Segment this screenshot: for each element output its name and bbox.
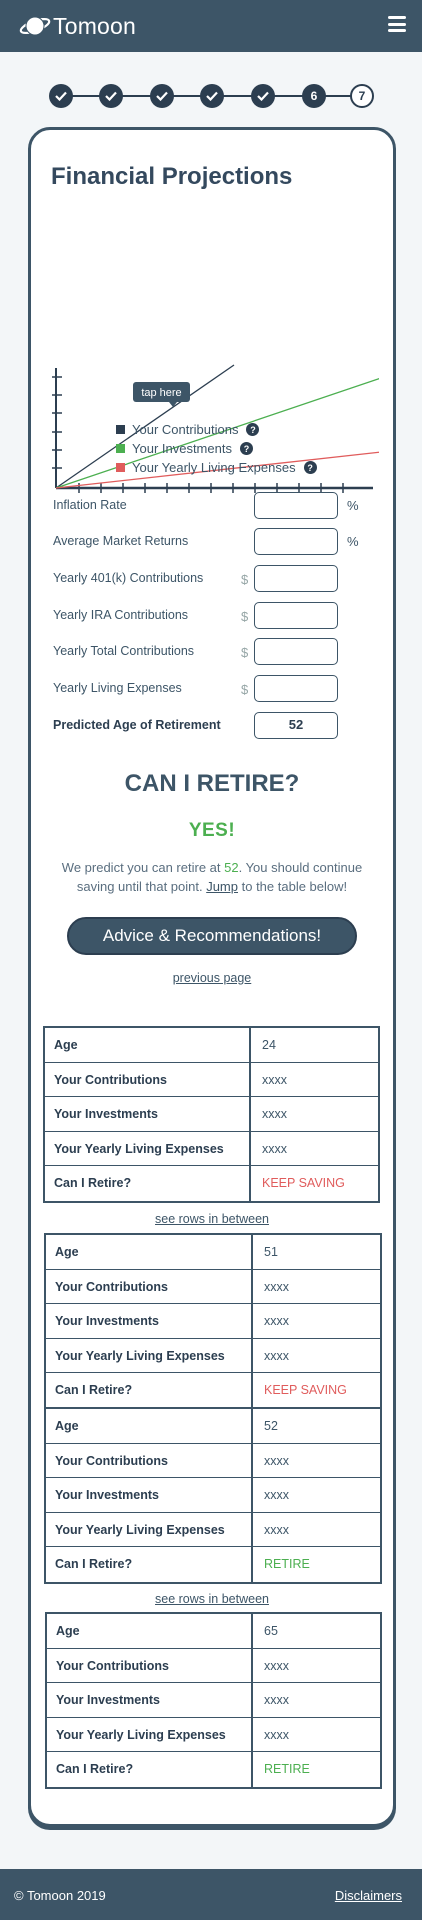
ira-row: Yearly IRA Contributions $ <box>53 602 373 630</box>
chart-legend: Your Contributions ? Your Investments ? … <box>116 420 317 477</box>
top-nav-bar: Tomoon <box>0 0 422 52</box>
table-row: Can I Retire? KEEP SAVING <box>54 1176 345 1191</box>
projection-table-age-52: Age 52 Your Contributions xxxx Your Invest… <box>44 1407 382 1584</box>
table-row: Your Investments xxxx <box>47 1683 380 1718</box>
table-row: Age 51 <box>46 1235 380 1270</box>
401k-input[interactable] <box>254 565 338 592</box>
projection-table-age-24: Age 24 Your Contributions xxxx Your Invest… <box>43 1026 380 1203</box>
disclaimers-link[interactable]: Disclaimers <box>335 1888 402 1903</box>
inflation-input[interactable] <box>254 492 338 519</box>
table-row: Your Contributions xxxx <box>45 1063 378 1098</box>
401k-row: Yearly 401(k) Contributions $ <box>53 565 373 593</box>
retirement-age-input[interactable]: 52 <box>254 712 338 739</box>
hamburger-menu-icon[interactable] <box>388 16 406 32</box>
table-row: Your Contributions xxxx <box>47 1649 380 1684</box>
step-2-complete[interactable] <box>99 84 123 108</box>
step-1-complete[interactable] <box>49 84 73 108</box>
jump-link[interactable]: Jump <box>206 879 238 894</box>
brand-name[interactable]: Tomoon <box>53 14 136 38</box>
table-row: Your Yearly Living Expenses xxxx <box>47 1718 380 1753</box>
table-row: Age 24 <box>45 1028 378 1063</box>
result-sentence: We predict you can retire at 52. You sho… <box>61 860 363 894</box>
market-returns-input[interactable] <box>254 528 338 555</box>
advice-button[interactable]: Advice & Recommendations! <box>67 917 357 955</box>
check-icon <box>156 91 168 101</box>
legend-contributions: Your Contributions ? <box>116 420 317 439</box>
projections-card: Financial Projections tap here Your Cont… <box>28 127 396 1827</box>
table-row: Your Contributions xxxx <box>46 1444 380 1479</box>
check-icon <box>105 91 117 101</box>
retirement-age-row: Predicted Age of Retirement 52 <box>53 712 373 740</box>
step-6[interactable]: 6 <box>302 84 326 108</box>
legend-living-expenses: Your Yearly Living Expenses ? <box>116 458 317 477</box>
inflation-row: Inflation Rate % <box>53 492 373 520</box>
result-answer: YES! <box>188 820 236 841</box>
step-7-current[interactable]: 7 <box>350 84 374 108</box>
step-5-complete[interactable] <box>251 84 275 108</box>
table-row: Can I Retire? RETIRE <box>56 1762 310 1777</box>
table-row: Your Yearly Living Expenses xxxx <box>46 1339 380 1374</box>
tooltip-text: tap here <box>141 387 181 399</box>
legend-investments: Your Investments ? <box>116 439 317 458</box>
total-contributions-input[interactable] <box>254 638 338 665</box>
total-contributions-row: Yearly Total Contributions $ <box>53 638 373 666</box>
projection-table-age-65: Age 65 Your Contributions xxxx Your Invest… <box>45 1612 382 1789</box>
footer: © Tomoon 2019 Disclaimers <box>0 1869 422 1920</box>
step-3-complete[interactable] <box>150 84 174 108</box>
table-row: Your Investments xxxx <box>46 1478 380 1513</box>
table-row: Your Investments xxxx <box>45 1097 378 1132</box>
previous-page-link[interactable]: previous page <box>31 971 393 985</box>
table-row: Your Contributions xxxx <box>46 1270 380 1305</box>
projection-table-age-51: Age 51 Your Contributions xxxx Your Invest… <box>44 1233 382 1410</box>
progress-stepper: 6 7 <box>0 80 422 112</box>
help-icon[interactable]: ? <box>246 423 260 436</box>
table-row: Can I Retire? RETIRE <box>55 1557 310 1572</box>
table-row: Age 52 <box>46 1409 380 1444</box>
see-rows-between-link[interactable]: see rows in between <box>31 1592 393 1606</box>
living-expenses-input[interactable] <box>254 675 338 702</box>
living-expenses-row: Yearly Living Expenses $ <box>53 675 373 703</box>
page-title: Financial Projections <box>51 163 293 190</box>
help-icon[interactable]: ? <box>303 461 317 474</box>
check-icon <box>55 91 67 101</box>
check-icon <box>257 91 269 101</box>
planet-logo-icon <box>19 16 51 36</box>
table-row: Your Yearly Living Expenses xxxx <box>46 1513 380 1548</box>
table-row: Your Investments xxxx <box>46 1304 380 1339</box>
ira-input[interactable] <box>254 602 338 629</box>
table-row: Your Yearly Living Expenses xxxx <box>45 1132 378 1167</box>
copyright-text: © Tomoon 2019 <box>14 1888 106 1903</box>
result-heading: CAN I RETIRE? <box>124 770 300 797</box>
help-icon[interactable]: ? <box>239 442 253 455</box>
table-row: Can I Retire? KEEP SAVING <box>55 1383 347 1398</box>
table-row: Age 65 <box>47 1614 380 1649</box>
market-returns-row: Average Market Returns % <box>53 528 373 556</box>
check-icon <box>206 91 218 101</box>
see-rows-between-link[interactable]: see rows in between <box>31 1212 393 1226</box>
step-4-complete[interactable] <box>200 84 224 108</box>
